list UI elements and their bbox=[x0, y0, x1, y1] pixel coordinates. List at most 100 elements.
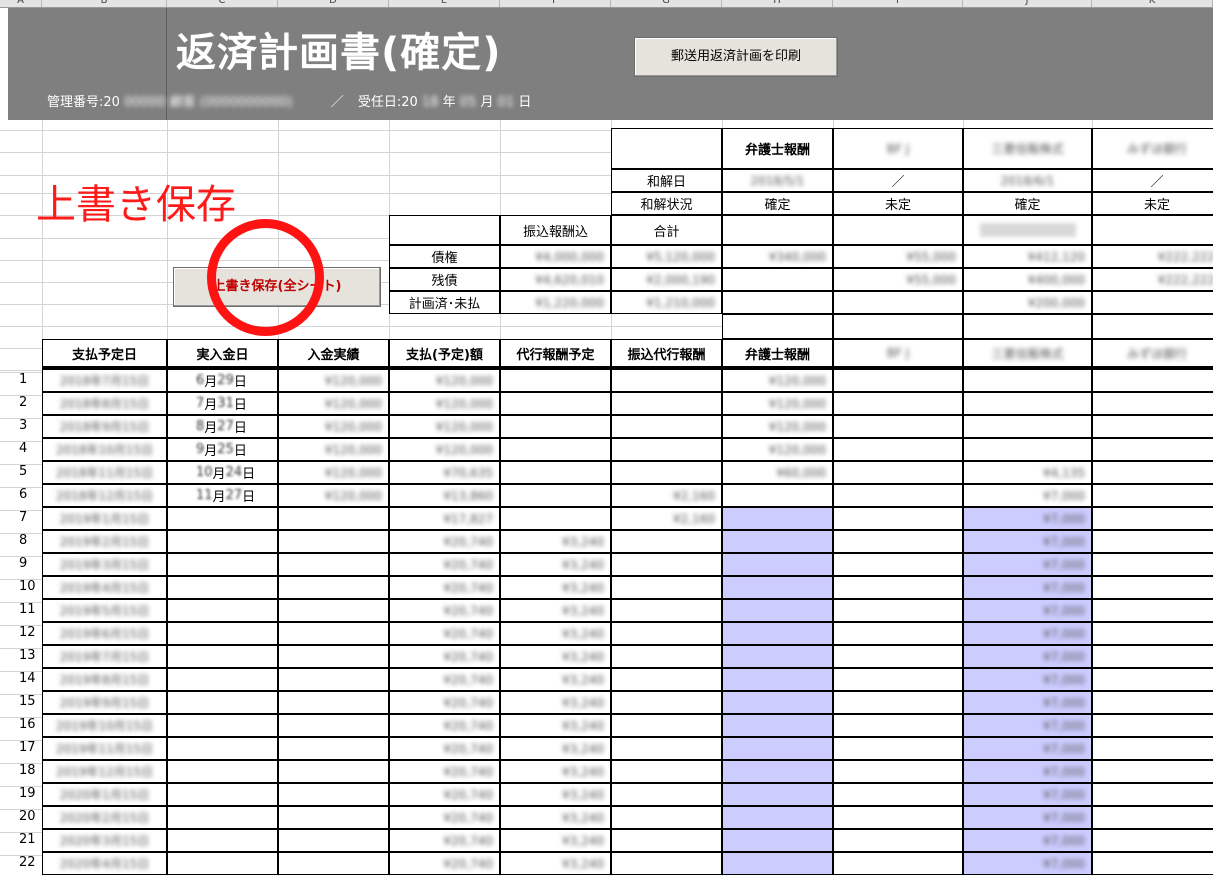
creditor3-cell[interactable] bbox=[1092, 392, 1213, 415]
agency-fee-plan-cell[interactable]: ¥3,240 bbox=[500, 737, 611, 760]
table-header-4[interactable]: 支払(予定)額 bbox=[389, 339, 500, 369]
totals-creditor1-1[interactable]: ¥55,000 bbox=[833, 245, 963, 268]
creditor1-cell[interactable] bbox=[833, 668, 963, 691]
due-date-cell[interactable]: 2019年7月15日 bbox=[42, 645, 167, 668]
summary-header-creditor-3[interactable]: みずほ銀行 bbox=[1092, 128, 1213, 169]
table-header-1[interactable]: 支払予定日 bbox=[42, 339, 167, 369]
due-date-cell[interactable]: 2020年2月15日 bbox=[42, 806, 167, 829]
totals-c2-blank[interactable] bbox=[963, 215, 1092, 245]
creditor3-cell[interactable] bbox=[1092, 530, 1213, 553]
creditor2-cell[interactable]: ¥4,135 bbox=[963, 461, 1092, 484]
agency-fee-plan-cell[interactable]: ¥3,240 bbox=[500, 852, 611, 875]
actual-deposit-date-cell[interactable] bbox=[167, 668, 278, 691]
creditor2-cell[interactable]: ¥7,000 bbox=[963, 645, 1092, 668]
creditor2-cell[interactable]: ¥7,000 bbox=[963, 760, 1092, 783]
transfer-fee-cell[interactable] bbox=[611, 599, 722, 622]
transfer-fee-cell[interactable] bbox=[611, 737, 722, 760]
agency-fee-plan-cell[interactable]: ¥3,240 bbox=[500, 783, 611, 806]
totals-total-2[interactable]: ¥2,000,190 bbox=[611, 268, 722, 291]
lawyer-fee-cell[interactable] bbox=[722, 783, 833, 806]
settlement-date-2[interactable]: ／ bbox=[833, 169, 963, 192]
creditor1-cell[interactable] bbox=[833, 438, 963, 461]
totals-transfer-1[interactable]: ¥4,000,000 bbox=[500, 245, 611, 268]
row-number[interactable]: 16 bbox=[0, 717, 42, 732]
deposit-amount-cell[interactable] bbox=[278, 806, 389, 829]
actual-deposit-date-cell[interactable]: 8 月 27 日 bbox=[167, 415, 278, 438]
summary-header-lawyer[interactable]: 弁護士報酬 bbox=[722, 128, 833, 169]
table-header-6[interactable]: 振込代行報酬 bbox=[611, 339, 722, 369]
overwrite-save-all-sheets-button[interactable]: 上書き保存(全シート) bbox=[173, 267, 381, 307]
table-header-2[interactable]: 実入金日 bbox=[167, 339, 278, 369]
payment-amount-cell[interactable]: ¥20,740 bbox=[389, 599, 500, 622]
creditor2-cell[interactable]: ¥7,000 bbox=[963, 576, 1092, 599]
creditor2-cell[interactable]: ¥7,000 bbox=[963, 783, 1092, 806]
agency-fee-plan-cell[interactable] bbox=[500, 484, 611, 507]
creditor1-cell[interactable] bbox=[833, 507, 963, 530]
table-header-7[interactable]: 弁護士報酬 bbox=[722, 339, 833, 369]
deposit-amount-cell[interactable]: ¥120,000 bbox=[278, 461, 389, 484]
lawyer-fee-cell[interactable] bbox=[722, 645, 833, 668]
totals-corner-cell[interactable] bbox=[389, 215, 500, 245]
transfer-fee-cell[interactable] bbox=[611, 668, 722, 691]
totals-creditor2-1[interactable]: ¥412,120 bbox=[963, 245, 1092, 268]
agency-fee-plan-cell[interactable]: ¥3,240 bbox=[500, 714, 611, 737]
settlement-status-3[interactable]: 確定 bbox=[963, 192, 1092, 215]
agency-fee-plan-cell[interactable]: ¥3,240 bbox=[500, 553, 611, 576]
totals-row-label-2[interactable]: 残債 bbox=[389, 268, 500, 291]
transfer-fee-cell[interactable] bbox=[611, 645, 722, 668]
due-date-cell[interactable]: 2020年3月15日 bbox=[42, 829, 167, 852]
lawyer-fee-cell[interactable]: ¥120,000 bbox=[722, 369, 833, 392]
creditor2-cell[interactable] bbox=[963, 438, 1092, 461]
transfer-fee-cell[interactable] bbox=[611, 783, 722, 806]
totals-row-label-3[interactable]: 計画済･未払 bbox=[389, 291, 500, 314]
totals-total-3[interactable]: ¥1,210,000 bbox=[611, 291, 722, 314]
creditor3-cell[interactable] bbox=[1092, 415, 1213, 438]
row-number[interactable]: 10 bbox=[0, 579, 42, 594]
totals-creditor2-2[interactable]: ¥400,000 bbox=[963, 268, 1092, 291]
due-date-cell[interactable]: 2020年4月15日 bbox=[42, 852, 167, 875]
due-date-cell[interactable]: 2018年11月15日 bbox=[42, 461, 167, 484]
actual-deposit-date-cell[interactable]: 9 月 25 日 bbox=[167, 438, 278, 461]
totals-creditor3-3[interactable] bbox=[1092, 291, 1213, 314]
transfer-fee-cell[interactable] bbox=[611, 553, 722, 576]
creditor2-cell[interactable]: ¥7,000 bbox=[963, 507, 1092, 530]
actual-deposit-date-cell[interactable]: 6 月 29 日 bbox=[167, 369, 278, 392]
due-date-cell[interactable]: 2019年8月15日 bbox=[42, 668, 167, 691]
lawyer-fee-cell[interactable] bbox=[722, 691, 833, 714]
table-header-8[interactable]: BF J bbox=[833, 339, 963, 369]
creditor2-cell[interactable]: ¥7,000 bbox=[963, 553, 1092, 576]
lawyer-fee-cell[interactable] bbox=[722, 852, 833, 875]
row-number[interactable]: 8 bbox=[0, 533, 42, 548]
row-number[interactable]: 1 bbox=[0, 372, 42, 387]
payment-amount-cell[interactable]: ¥17,827 bbox=[389, 507, 500, 530]
transfer-fee-cell[interactable] bbox=[611, 691, 722, 714]
actual-deposit-date-cell[interactable] bbox=[167, 576, 278, 599]
summary-gap-lawyer[interactable] bbox=[722, 314, 833, 339]
summary-gap-c2[interactable] bbox=[963, 314, 1092, 339]
totals-c1-blank[interactable] bbox=[833, 215, 963, 245]
creditor2-cell[interactable]: ¥7,000 bbox=[963, 530, 1092, 553]
deposit-amount-cell[interactable]: ¥120,000 bbox=[278, 392, 389, 415]
lawyer-fee-cell[interactable] bbox=[722, 484, 833, 507]
summary-header-creditor-2[interactable]: 三菱信販株式 bbox=[963, 128, 1092, 169]
payment-amount-cell[interactable]: ¥20,740 bbox=[389, 622, 500, 645]
row-number[interactable]: 20 bbox=[0, 809, 42, 824]
creditor3-cell[interactable] bbox=[1092, 714, 1213, 737]
transfer-fee-cell[interactable] bbox=[611, 369, 722, 392]
summary-header-creditor-1[interactable]: BF J bbox=[833, 128, 963, 169]
summary-gap-c3[interactable] bbox=[1092, 314, 1213, 339]
table-header-3[interactable]: 入金実績 bbox=[278, 339, 389, 369]
transfer-fee-cell[interactable] bbox=[611, 415, 722, 438]
settlement-date-4[interactable]: ／ bbox=[1092, 169, 1213, 192]
totals-creditor1-3[interactable] bbox=[833, 291, 963, 314]
creditor1-cell[interactable] bbox=[833, 760, 963, 783]
creditor3-cell[interactable] bbox=[1092, 760, 1213, 783]
transfer-fee-cell[interactable] bbox=[611, 714, 722, 737]
deposit-amount-cell[interactable] bbox=[278, 645, 389, 668]
creditor2-cell[interactable]: ¥7,000 bbox=[963, 714, 1092, 737]
lawyer-fee-cell[interactable] bbox=[722, 576, 833, 599]
actual-deposit-date-cell[interactable] bbox=[167, 714, 278, 737]
totals-creditor3-2[interactable]: ¥222,222 bbox=[1092, 268, 1213, 291]
row-number[interactable]: 7 bbox=[0, 510, 42, 525]
creditor3-cell[interactable] bbox=[1092, 599, 1213, 622]
